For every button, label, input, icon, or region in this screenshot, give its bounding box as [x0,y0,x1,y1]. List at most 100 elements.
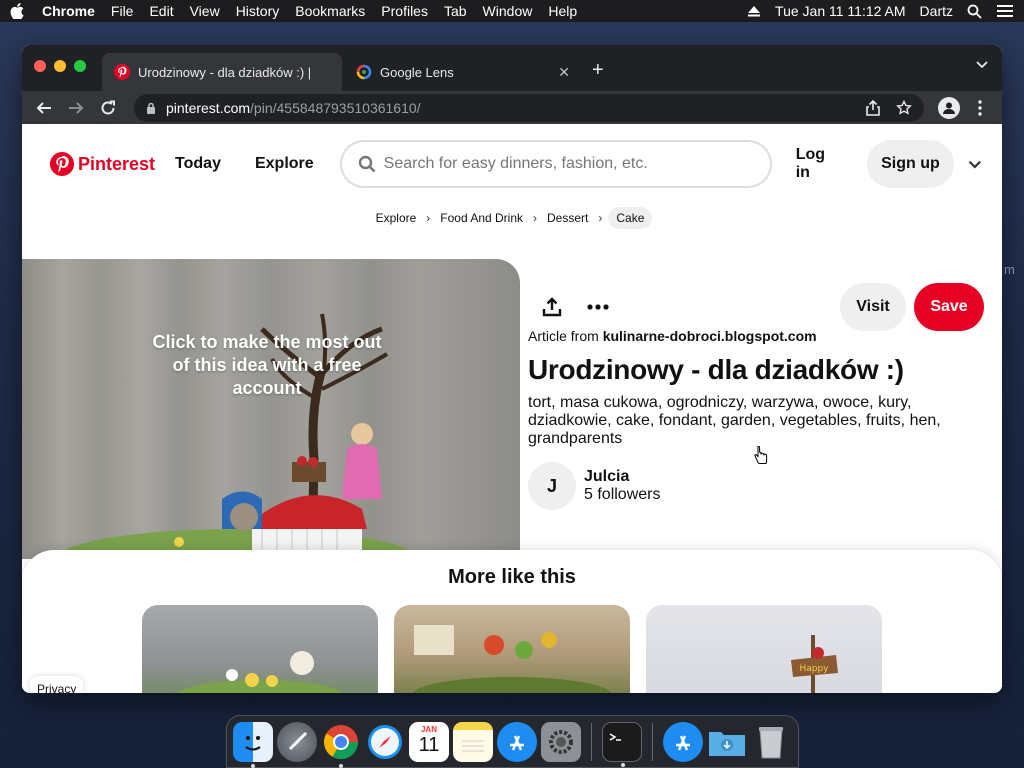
apple-icon[interactable] [10,3,24,19]
tab-strip: Urodzinowy - dla dziadków :) | Google Le… [22,45,1002,91]
lock-icon[interactable] [146,102,156,114]
new-tab-button[interactable]: + [592,59,604,82]
finder-face-icon [245,735,261,750]
eject-icon[interactable] [747,5,761,17]
related-pin[interactable] [394,605,630,693]
app-store-a-icon [510,735,524,750]
app-store-a-icon [676,735,690,750]
tab-search-chevron-icon[interactable] [976,61,988,69]
menu-profiles[interactable]: Profiles [381,3,428,19]
tab-pinterest[interactable]: Urodzinowy - dla dziadków :) | [102,53,342,91]
trash-can-icon [759,726,783,758]
desktop-edge-text: m [1004,262,1015,277]
chrome-menu-button[interactable] [968,96,992,120]
safari-icon[interactable] [365,722,405,762]
visit-button[interactable]: Visit [840,283,906,331]
hand-cursor-icon [754,446,768,464]
address-bar[interactable]: pinterest.com /pin/455848793510361610/ [134,93,924,122]
save-button[interactable]: Save [914,283,984,331]
chrome-dock-icon[interactable] [321,722,361,768]
calendar-month: JAN [420,724,437,734]
downloads-folder-icon[interactable] [707,722,747,762]
menu-history[interactable]: History [236,3,280,19]
avatar[interactable]: J [528,462,576,510]
vertical-dots-icon [978,99,982,116]
dock-separator [591,722,592,761]
signup-button[interactable]: Sign up [866,140,955,188]
bookmark-star-icon[interactable] [896,99,912,116]
menu-tab[interactable]: Tab [444,3,467,19]
menubar-user[interactable]: Dartz [920,3,953,19]
gear-icon [549,729,573,754]
close-tab-icon[interactable]: ✕ [558,64,570,81]
minimize-window-button[interactable] [54,60,66,72]
finder-icon[interactable] [233,721,273,768]
related-pin[interactable] [142,605,378,693]
author-followers: 5 followers [584,486,661,503]
breadcrumb-dessert[interactable]: Dessert [543,211,592,225]
menubar-datetime[interactable]: Tue Jan 11 11:12 AM [775,3,906,19]
tab-google-lens[interactable]: Google Lens ✕ [344,53,582,91]
running-indicator [339,763,343,768]
app-store-icon[interactable] [497,721,537,762]
calendar-icon[interactable]: JAN 11 [409,721,449,762]
more-options-button[interactable] [576,285,620,329]
menu-file[interactable]: File [111,3,134,19]
menu-edit[interactable]: Edit [149,3,173,19]
rocket-icon [288,731,308,750]
author-name[interactable]: Julcia [584,468,660,486]
chevron-down-icon[interactable] [968,160,982,169]
more-like-this-title: More like this [448,566,576,588]
zoom-window-button[interactable] [74,60,86,72]
menu-help[interactable]: Help [548,3,577,19]
window-controls [34,60,86,72]
pinterest-icon [114,64,130,80]
today-link[interactable]: Today [175,155,221,173]
explore-link[interactable]: Explore [255,155,314,173]
breadcrumb-chevron-icon: › [533,211,538,225]
system-preferences-icon[interactable] [541,721,581,762]
menu-window[interactable]: Window [483,3,533,19]
pin-overlay-text[interactable]: Click to make the most out of this idea … [152,331,382,400]
pinterest-logo[interactable]: Pinterest [50,152,155,176]
menu-view[interactable]: View [190,3,220,19]
forward-button[interactable] [64,96,88,120]
control-center-icon[interactable] [996,4,1014,18]
pin-image[interactable]: Click to make the most out of this idea … [22,259,520,559]
breadcrumb-explore[interactable]: Explore [372,211,421,225]
breadcrumb-chevron-icon: › [426,211,431,225]
search-input[interactable]: Search for easy dinners, fashion, etc. [339,140,772,188]
share-pin-button[interactable] [530,285,574,329]
ellipsis-icon [587,304,609,310]
more-like-this-panel: More like this Happy Privacy [22,550,1002,693]
breadcrumb-food-and-drink[interactable]: Food And Drink [436,211,527,225]
article-source-link[interactable]: kulinarne-dobroci.blogspot.com [603,328,817,344]
compass-icon [368,724,402,759]
menu-app-name[interactable]: Chrome [42,3,95,19]
terminal-icon[interactable] [602,721,642,767]
back-button[interactable] [32,96,56,120]
close-window-button[interactable] [34,60,46,72]
svg-text:Happy: Happy [799,664,829,674]
breadcrumb-cake[interactable]: Cake [608,207,653,229]
menu-bookmarks[interactable]: Bookmarks [295,3,365,19]
privacy-link[interactable]: Privacy [30,676,84,693]
pinterest-header: Pinterest Today Explore Search for easy … [22,124,1002,204]
profile-avatar-button[interactable] [938,96,960,119]
spotlight-search-icon[interactable] [967,4,982,19]
related-pin[interactable]: Happy [646,605,882,693]
pin-author[interactable]: J Julcia 5 followers [528,462,1002,510]
chrome-logo-icon [324,724,358,759]
reload-button[interactable] [96,96,120,120]
login-button[interactable]: Log in [796,146,843,182]
url-host: pinterest.com [166,99,251,116]
tab-pinterest-title: Urodzinowy - dla dziadków :) | [138,64,312,80]
related-pins-grid: Happy [142,605,882,693]
share-icon[interactable] [866,99,880,116]
trash-icon[interactable] [751,722,791,762]
notes-icon[interactable] [453,721,493,762]
related-pin-image: Happy [791,635,838,693]
notes-lines-icon [462,740,484,751]
launchpad-icon[interactable] [277,721,317,762]
app-store-downloads-icon[interactable] [663,721,703,762]
